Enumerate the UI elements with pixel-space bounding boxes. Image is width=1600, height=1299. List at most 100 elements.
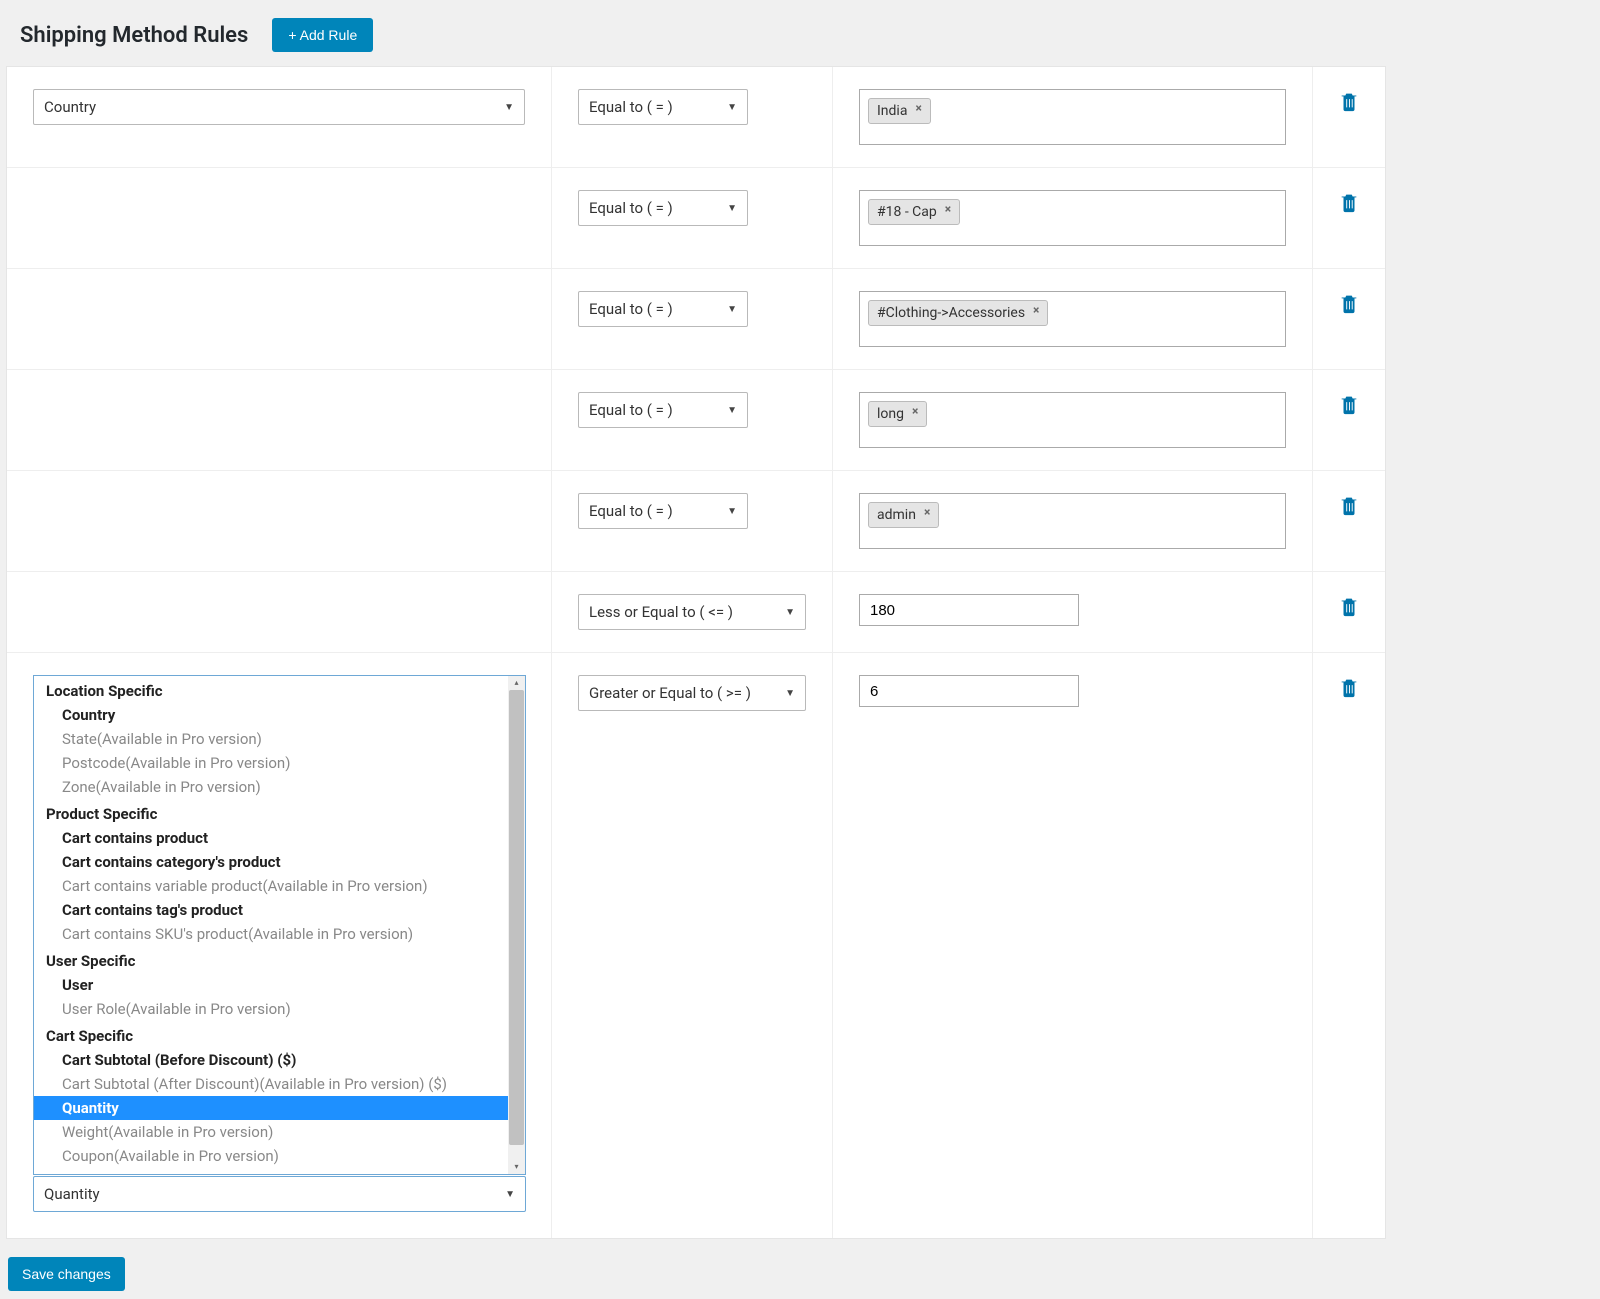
- trash-icon[interactable]: [1338, 291, 1360, 315]
- chevron-down-icon: ▼: [785, 688, 795, 699]
- condition-cell: [7, 168, 552, 268]
- rule-row: Equal to ( = )▼ #18 - Cap ×: [7, 168, 1385, 269]
- rule-row: Equal to ( = ) ▼ long ×: [7, 370, 1385, 471]
- dropdown-option[interactable]: User: [34, 973, 508, 997]
- value-tag-input[interactable]: admin ×: [859, 493, 1286, 549]
- remove-tag-icon[interactable]: ×: [920, 505, 934, 519]
- dropdown-group: User Specific: [34, 946, 508, 973]
- tag-label: long: [877, 406, 904, 422]
- select-value: Country: [44, 98, 96, 116]
- operator-cell: Equal to ( = ) ▼: [552, 370, 833, 470]
- delete-cell: [1313, 370, 1385, 470]
- operator-cell: Less or Equal to ( <= )▼: [552, 572, 833, 652]
- value-tag-input[interactable]: #18 - Cap ×: [859, 190, 1286, 246]
- delete-cell: [1313, 67, 1385, 167]
- trash-icon[interactable]: [1338, 190, 1360, 214]
- dropdown-option: Cart contains SKU's product(Available in…: [34, 922, 508, 946]
- remove-tag-icon[interactable]: ×: [941, 202, 955, 216]
- value-tag-input[interactable]: India ×: [859, 89, 1286, 145]
- trash-icon[interactable]: [1338, 594, 1360, 618]
- dropdown-option[interactable]: Cart Subtotal (Before Discount) ($): [34, 1048, 508, 1072]
- operator-select[interactable]: Equal to ( = )▼: [578, 190, 748, 226]
- dropdown-option: State(Available in Pro version): [34, 727, 508, 751]
- dropdown-option: User Role(Available in Pro version): [34, 997, 508, 1021]
- select-value: Equal to ( = ): [589, 300, 673, 318]
- remove-tag-icon[interactable]: ×: [911, 101, 925, 115]
- tag-label: admin: [877, 507, 916, 523]
- remove-tag-icon[interactable]: ×: [908, 404, 922, 418]
- value-cell: #Clothing->Accessories×: [833, 269, 1313, 369]
- tag-label: India: [877, 103, 907, 119]
- condition-select[interactable]: Quantity ▼: [33, 1176, 526, 1212]
- operator-select[interactable]: Greater or Equal to ( >= ) ▼: [578, 675, 806, 711]
- chevron-down-icon: ▼: [727, 405, 737, 416]
- condition-cell: Country▼: [7, 67, 552, 167]
- chevron-down-icon: ▼: [505, 1189, 515, 1200]
- condition-select[interactable]: Country▼: [33, 89, 525, 125]
- dropdown-option: Postcode(Available in Pro version): [34, 751, 508, 775]
- select-value: Quantity: [44, 1185, 100, 1203]
- dropdown-option: Cart contains variable product(Available…: [34, 874, 508, 898]
- dropdown-option[interactable]: Quantity: [34, 1096, 508, 1120]
- operator-select[interactable]: Equal to ( = ) ▼: [578, 392, 748, 428]
- delete-cell: [1313, 168, 1385, 268]
- value-cell: admin ×: [833, 471, 1313, 571]
- dropdown-option: Weight(Available in Pro version): [34, 1120, 508, 1144]
- add-rule-button[interactable]: + Add Rule: [272, 18, 373, 52]
- select-value: Equal to ( = ): [589, 401, 673, 419]
- operator-cell: Greater or Equal to ( >= ) ▼: [552, 653, 833, 1238]
- dropdown-option[interactable]: Cart contains tag's product: [34, 898, 508, 922]
- condition-cell: [7, 370, 552, 470]
- dropdown-group: Product Specific: [34, 799, 508, 826]
- rule-row: Less or Equal to ( <= )▼: [7, 572, 1385, 653]
- operator-cell: Equal to ( = )▼: [552, 67, 833, 167]
- dropdown-group: Cart Specific: [34, 1021, 508, 1048]
- condition-dropdown-panel[interactable]: Location SpecificCountryState(Available …: [33, 675, 526, 1175]
- trash-icon[interactable]: [1338, 493, 1360, 517]
- chevron-down-icon: ▼: [785, 607, 795, 618]
- dropdown-option: Coupon(Available in Pro version): [34, 1144, 508, 1168]
- select-value: Greater or Equal to ( >= ): [589, 684, 751, 702]
- condition-cell: Location SpecificCountryState(Available …: [7, 653, 552, 1238]
- dropdown-scrollbar[interactable]: ▴▾: [508, 676, 525, 1174]
- tag-chip: #18 - Cap ×: [868, 199, 960, 225]
- operator-cell: Equal to ( = )▼: [552, 168, 833, 268]
- tag-chip: India ×: [868, 98, 931, 124]
- operator-select[interactable]: Equal to ( = )▼: [578, 89, 748, 125]
- value-cell: [833, 572, 1313, 652]
- chevron-down-icon: ▼: [727, 102, 737, 113]
- chevron-down-icon: ▼: [727, 506, 737, 517]
- dropdown-option[interactable]: Cart contains category's product: [34, 850, 508, 874]
- trash-icon[interactable]: [1338, 392, 1360, 416]
- operator-select[interactable]: Equal to ( = ) ▼: [578, 493, 748, 529]
- trash-icon[interactable]: [1338, 89, 1360, 113]
- page-title: Shipping Method Rules: [20, 23, 248, 48]
- dropdown-option[interactable]: Country: [34, 703, 508, 727]
- save-changes-button[interactable]: Save changes: [8, 1257, 125, 1291]
- condition-cell: [7, 572, 552, 652]
- value-text-input[interactable]: [859, 594, 1079, 626]
- dropdown-option: Cart Subtotal (After Discount)(Available…: [34, 1072, 508, 1096]
- value-tag-input[interactable]: #Clothing->Accessories×: [859, 291, 1286, 347]
- value-text-input[interactable]: [859, 675, 1079, 707]
- delete-cell: [1313, 471, 1385, 571]
- value-cell: #18 - Cap ×: [833, 168, 1313, 268]
- remove-tag-icon[interactable]: ×: [1029, 303, 1043, 317]
- select-value: Equal to ( = ): [589, 502, 673, 520]
- value-cell: India ×: [833, 67, 1313, 167]
- select-value: Equal to ( = ): [589, 199, 673, 217]
- trash-icon[interactable]: [1338, 675, 1360, 699]
- condition-cell: [7, 269, 552, 369]
- tag-label: #18 - Cap: [877, 204, 937, 220]
- operator-cell: Equal to ( = ) ▼: [552, 471, 833, 571]
- operator-select[interactable]: Equal to ( = ) ▼: [578, 291, 748, 327]
- dropdown-group: Location Specific: [34, 676, 508, 703]
- scrollbar-thumb[interactable]: [509, 690, 524, 1145]
- rule-row: Equal to ( = ) ▼ #Clothing->Accessories×: [7, 269, 1385, 370]
- value-tag-input[interactable]: long ×: [859, 392, 1286, 448]
- value-cell: long ×: [833, 370, 1313, 470]
- dropdown-option[interactable]: Cart contains product: [34, 826, 508, 850]
- operator-select[interactable]: Less or Equal to ( <= )▼: [578, 594, 806, 630]
- chevron-down-icon: ▼: [727, 304, 737, 315]
- operator-cell: Equal to ( = ) ▼: [552, 269, 833, 369]
